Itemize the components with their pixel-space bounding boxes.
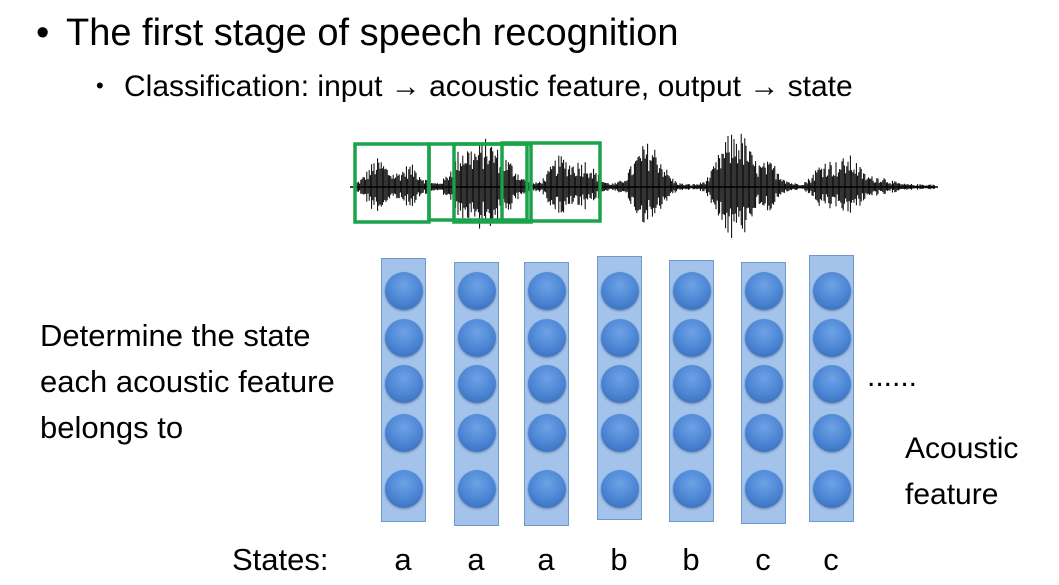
neuron-circle xyxy=(745,470,783,508)
neuron-circle xyxy=(385,365,423,403)
description-line: each acoustic feature xyxy=(40,364,335,399)
neuron-circle xyxy=(458,319,496,357)
acoustic-feature-column xyxy=(454,262,499,526)
acoustic-feature-column xyxy=(524,262,569,526)
neuron-circle xyxy=(528,319,566,357)
acoustic-feature-label-line: Acoustic xyxy=(905,432,1019,465)
neuron-circle xyxy=(458,365,496,403)
state-label: c xyxy=(755,542,771,577)
description-line: Determine the state xyxy=(40,318,311,353)
neuron-circle xyxy=(601,414,639,452)
neuron-circle xyxy=(528,470,566,508)
neuron-circle xyxy=(458,470,496,508)
acoustic-feature-column xyxy=(741,262,786,524)
states-label: States: xyxy=(232,542,329,577)
acoustic-feature-label-line: feature xyxy=(905,478,999,511)
state-label: b xyxy=(610,542,628,577)
acoustic-feature-column xyxy=(669,260,714,522)
state-label: a xyxy=(537,542,555,577)
neuron-circle xyxy=(458,414,496,452)
neuron-circle xyxy=(528,365,566,403)
description-line: belongs to xyxy=(40,410,184,445)
neuron-circle xyxy=(813,272,851,310)
neuron-circle xyxy=(745,319,783,357)
neuron-circle xyxy=(601,365,639,403)
neuron-circle xyxy=(745,272,783,310)
description: Determine the state each acoustic featur… xyxy=(40,313,335,451)
acoustic-feature-column xyxy=(809,255,854,522)
ellipsis: ...... xyxy=(867,360,918,393)
waveform-path xyxy=(355,133,935,238)
state-label: c xyxy=(823,542,839,577)
neuron-circle xyxy=(813,470,851,508)
neuron-circle xyxy=(673,319,711,357)
neuron-circle xyxy=(458,272,496,310)
neuron-circle xyxy=(601,319,639,357)
neuron-circle xyxy=(673,365,711,403)
neuron-circle xyxy=(745,365,783,403)
neuron-circle xyxy=(385,470,423,508)
neuron-circle xyxy=(601,272,639,310)
neuron-circle xyxy=(385,414,423,452)
neuron-circle xyxy=(673,272,711,310)
neuron-circle xyxy=(601,470,639,508)
neuron-circle xyxy=(385,319,423,357)
neuron-circle xyxy=(528,414,566,452)
neuron-circle xyxy=(528,272,566,310)
neuron-circle xyxy=(385,272,423,310)
state-label: b xyxy=(682,542,700,577)
waveform xyxy=(355,133,935,238)
neuron-circle xyxy=(673,414,711,452)
neuron-circle xyxy=(673,470,711,508)
acoustic-feature-column xyxy=(381,258,426,522)
neuron-circle xyxy=(745,414,783,452)
neuron-circle xyxy=(813,414,851,452)
state-label: a xyxy=(394,542,412,577)
acoustic-feature-column xyxy=(597,256,642,520)
neuron-circle xyxy=(813,319,851,357)
state-label: a xyxy=(467,542,485,577)
acoustic-feature-label: Acoustic feature xyxy=(905,426,1018,518)
neuron-circle xyxy=(813,365,851,403)
